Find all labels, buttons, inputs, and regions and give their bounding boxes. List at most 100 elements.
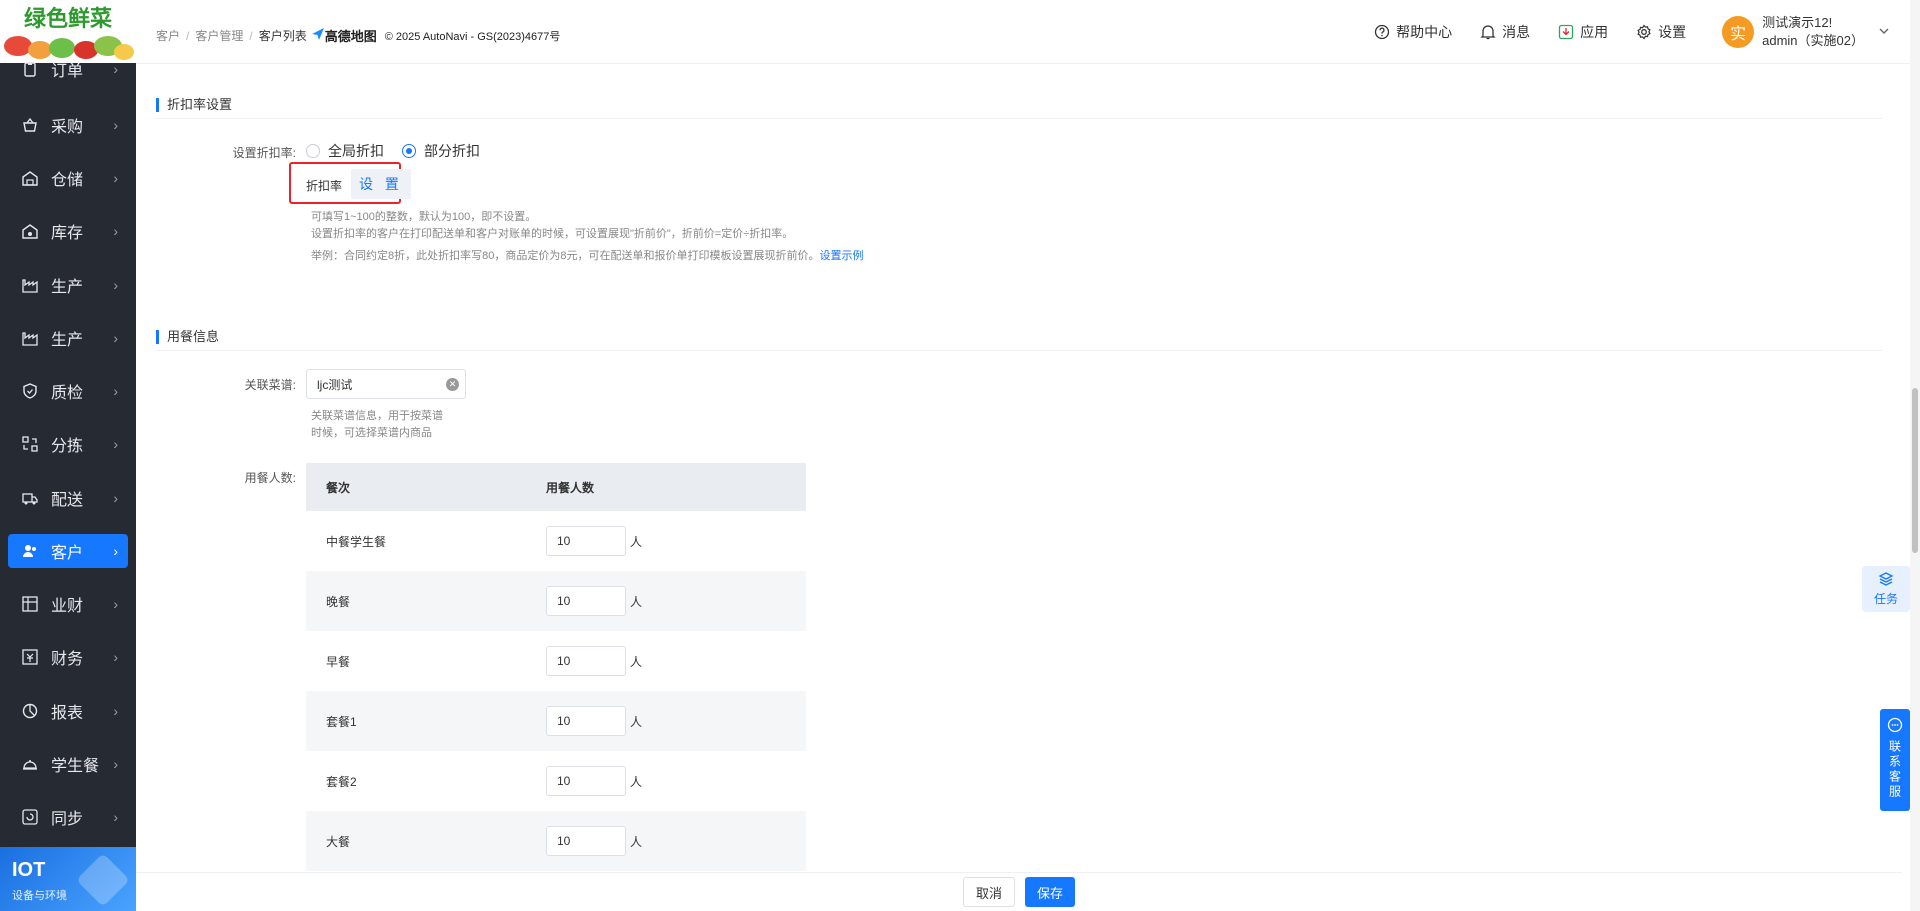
customer-service-label: 联系客服	[1887, 740, 1902, 800]
count-cell: 10 人	[546, 706, 642, 736]
breadcrumb-item-customer[interactable]: 客户	[156, 27, 180, 44]
iot-title: IOT	[12, 859, 46, 881]
sidebar-item-label: 报表	[51, 704, 84, 722]
sidebar-item-label: 质检	[51, 385, 84, 403]
table-row: 早餐 10 人	[306, 631, 806, 691]
sidebar-item-label: 同步	[51, 811, 84, 829]
page-scrollbar[interactable]	[1910, 0, 1920, 911]
form-footer: 取消 保存	[136, 872, 1902, 911]
sidebar-item-warehouse[interactable]: 仓储 ›	[0, 151, 136, 204]
radio-global-discount[interactable]: 全局折扣	[306, 141, 384, 161]
cancel-button[interactable]: 取消	[962, 877, 1015, 907]
set-discount-button[interactable]: 设 置	[351, 169, 411, 199]
sidebar-item-label: 客户	[51, 545, 84, 563]
user-info: 测试演示12! admin（实施02）	[1762, 14, 1864, 50]
radio-partial-discount[interactable]: 部分折扣	[402, 141, 480, 161]
sidebar-item-production-2[interactable]: 生产 ›	[0, 311, 136, 364]
inventory-icon	[21, 222, 39, 240]
meal-name: 套餐1	[326, 714, 357, 729]
count-input[interactable]: 10	[546, 766, 626, 796]
breadcrumb-separator: /	[186, 28, 190, 43]
scrollbar-thumb[interactable]	[1912, 388, 1918, 553]
sidebar-item-order[interactable]: 订单 ›	[0, 57, 136, 81]
breadcrumb-separator: /	[249, 28, 253, 43]
sidebar-item-reports[interactable]: 报表 ›	[0, 684, 136, 737]
sidebar-item-student-meal[interactable]: 学生餐 ›	[0, 737, 136, 790]
discount-rate-label: 设置折扣率:	[232, 146, 296, 160]
amap-copyright: © 2025 AutoNavi - GS(2023)4677号	[384, 30, 561, 43]
user-icon	[21, 542, 39, 560]
sidebar-item-quality[interactable]: 质检 ›	[0, 364, 136, 417]
setting-example-link[interactable]: 设置示例	[819, 250, 863, 262]
discount-hint-3-text: 举例：合同约定8折，此处折扣率写80，商品定价为8元，可在配送单和报价单打印模板…	[311, 250, 820, 262]
sidebar-item-label: 订单	[51, 63, 84, 80]
clear-icon[interactable]: ✕	[446, 378, 459, 391]
sidebar-item-finance[interactable]: 财务 ›	[0, 631, 136, 684]
breadcrumb-item-customer-management[interactable]: 客户管理	[195, 27, 243, 44]
sidebar-item-inventory[interactable]: 库存 ›	[0, 205, 136, 258]
table-header: 餐次 用餐人数	[306, 463, 806, 511]
discount-section-title: 折扣率设置	[156, 98, 232, 112]
table-body: 中餐学生餐 10 人 晚餐 10 人 早餐 10 人 套餐1 10 人 套餐2 …	[306, 511, 806, 871]
sidebar-item-business-finance[interactable]: 业财 ›	[0, 577, 136, 630]
chat-bubble-icon	[1887, 717, 1903, 736]
amap-arrow-icon	[311, 27, 325, 44]
finance-grid-icon	[21, 595, 39, 613]
sidebar-item-sync[interactable]: 同步 ›	[0, 791, 136, 844]
chevron-right-icon: ›	[113, 489, 118, 506]
discount-rate-field-label: 折扣率	[306, 179, 343, 193]
amap-logo: 高德地图	[324, 29, 377, 44]
breadcrumb: 客户 / 客户管理 / 客户列表 高德地图 © 2025 AutoNavi - …	[156, 26, 560, 45]
sort-icon	[21, 435, 39, 453]
count-cell: 10 人	[546, 766, 642, 796]
layers-icon	[1878, 571, 1894, 590]
sidebar-item-sorting[interactable]: 分拣 ›	[0, 418, 136, 471]
brand-logo[interactable]: 绿色鲜菜	[0, 0, 136, 63]
chevron-right-icon: ›	[113, 809, 118, 826]
count-input[interactable]: 10	[546, 706, 626, 736]
sidebar-item-label: 业财	[51, 598, 84, 616]
meal-name: 大餐	[326, 834, 351, 849]
iot-subtitle: 设备与环境	[12, 890, 67, 902]
user-menu[interactable]: 实 测试演示12! admin（实施02）	[1722, 14, 1890, 50]
count-input[interactable]: 10	[546, 646, 626, 676]
sidebar-item-production-1[interactable]: 生产 ›	[0, 258, 136, 311]
chevron-right-icon: ›	[113, 649, 118, 666]
settings-link[interactable]: 设置	[1636, 22, 1686, 42]
count-cell: 10 人	[546, 826, 642, 856]
sidebar-item-label: 配送	[51, 491, 84, 509]
question-circle-icon	[1374, 24, 1390, 40]
table-row: 晚餐 10 人	[306, 571, 806, 631]
unit-label: 人	[630, 594, 643, 609]
sidebar-item-customer[interactable]: 客户 ›	[8, 534, 128, 569]
diner-count-label: 用餐人数:	[244, 471, 296, 485]
ledger-icon	[21, 648, 39, 666]
radio-label: 全局折扣	[328, 143, 384, 159]
iot-panel[interactable]: IOT 设备与环境	[0, 847, 136, 911]
task-widget[interactable]: 任务	[1862, 566, 1910, 612]
save-button[interactable]: 保存	[1025, 877, 1076, 907]
radio-label: 部分折扣	[424, 143, 480, 159]
help-center-label: 帮助中心	[1396, 24, 1453, 40]
top-header: 客户 / 客户管理 / 客户列表 高德地图 © 2025 AutoNavi - …	[136, 0, 1920, 64]
column-header-count: 用餐人数	[546, 480, 595, 495]
chevron-right-icon: ›	[113, 276, 118, 293]
customer-service-widget[interactable]: 联系客服	[1880, 709, 1910, 811]
recipe-hint-2: 时候，可选择菜谱内商品	[311, 427, 432, 439]
count-input[interactable]: 10	[546, 526, 626, 556]
help-center-link[interactable]: 帮助中心	[1374, 22, 1452, 42]
pie-chart-icon	[21, 702, 39, 720]
iot-cube-icon	[76, 853, 130, 907]
recipe-hint-1: 关联菜谱信息，用于按菜谱	[311, 410, 443, 422]
count-input[interactable]: 10	[546, 586, 626, 616]
clipboard-icon	[21, 60, 39, 78]
apps-link[interactable]: 应用	[1558, 22, 1608, 42]
user-name: 测试演示12!	[1762, 15, 1833, 30]
sidebar-item-purchase[interactable]: 采购 ›	[0, 98, 136, 151]
sidebar-item-delivery[interactable]: 配送 ›	[0, 471, 136, 524]
count-input[interactable]: 10	[546, 826, 626, 856]
recipe-select[interactable]: ljc测试 ✕	[306, 369, 466, 399]
chevron-right-icon: ›	[113, 596, 118, 613]
messages-link[interactable]: 消息	[1480, 22, 1530, 42]
sidebar-item-label: 分拣	[51, 438, 84, 456]
